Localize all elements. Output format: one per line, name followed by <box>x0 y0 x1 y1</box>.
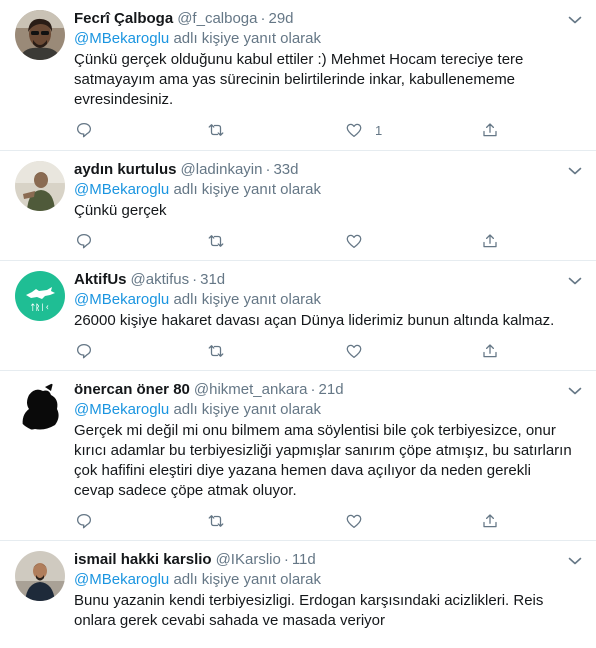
reply-button[interactable] <box>75 120 105 140</box>
author-name[interactable]: ismail hakki karslio <box>74 551 212 568</box>
like-button[interactable] <box>345 341 375 361</box>
retweet-icon <box>208 124 224 136</box>
reply-mention-link[interactable]: @MBekaroglu <box>74 291 169 308</box>
reply-mention-link[interactable]: @MBekaroglu <box>74 181 169 198</box>
reply-icon <box>76 233 92 249</box>
person-photo-avatar-icon <box>15 161 65 211</box>
retweet-button[interactable] <box>207 120 237 140</box>
chevron-down-icon[interactable] <box>568 166 582 176</box>
tweet-text: Çünkü gerçek olduğunu kabul ettiler :) M… <box>74 51 524 108</box>
author-name[interactable]: Fecrî Çalboga <box>74 10 173 27</box>
reply-button[interactable] <box>75 511 105 531</box>
tweet-actions: 1 <box>74 120 514 140</box>
tweet-actions <box>74 231 514 251</box>
reply-mention-link[interactable]: @MBekaroglu <box>74 30 169 47</box>
reply-context-label: adlı kişiye yanıt olarak <box>173 181 322 198</box>
reply-icon <box>76 513 92 529</box>
like-count: 1 <box>375 122 383 138</box>
reply-context: @MBekaroglu adlı kişiye yanıt olarak <box>74 290 574 310</box>
retweet-icon <box>208 345 224 357</box>
tweet-text: 26000 kişiye hakaret davası açan Dünya l… <box>74 312 555 329</box>
share-icon <box>483 514 497 528</box>
retweet-button[interactable] <box>207 231 237 251</box>
author-handle[interactable]: @f_calboga <box>177 10 257 27</box>
tweet[interactable]: aydın kurtulus @ladinkayin · 33d @MBekarogl… <box>0 151 596 261</box>
black-silhouette-avatar-icon <box>15 381 65 431</box>
tweet[interactable]: Fecrî Çalboga @f_calboga · 29d @MBekaroglu … <box>0 0 596 151</box>
tweet-timestamp[interactable]: 29d <box>268 10 293 27</box>
share-icon <box>483 234 497 248</box>
author-name[interactable]: önercan öner 80 <box>74 381 190 398</box>
reply-icon <box>76 343 92 359</box>
author-handle[interactable]: @IKarslio <box>216 551 281 568</box>
person-portrait-avatar-icon <box>15 551 65 601</box>
teal-wolf-logo-avatar-icon: ᛏᚱᛁᚲ <box>15 271 65 321</box>
share-button[interactable] <box>481 231 499 251</box>
avatar[interactable] <box>15 551 65 601</box>
tweet-timestamp[interactable]: 21d <box>319 381 344 398</box>
separator-dot: · <box>310 381 316 398</box>
share-button[interactable] <box>481 341 499 361</box>
like-button[interactable] <box>345 231 375 251</box>
avatar[interactable]: ᛏᚱᛁᚲ <box>15 271 65 321</box>
heart-icon <box>346 344 362 359</box>
share-icon <box>483 123 497 137</box>
chevron-down-icon[interactable] <box>568 15 582 25</box>
share-icon <box>483 344 497 358</box>
retweet-icon <box>208 515 224 527</box>
reply-mention-link[interactable]: @MBekaroglu <box>74 401 169 418</box>
like-button[interactable]: 1 <box>345 120 382 140</box>
share-button[interactable] <box>481 511 499 531</box>
avatar[interactable] <box>15 10 65 60</box>
reply-context: @MBekaroglu adlı kişiye yanıt olarak <box>74 400 574 420</box>
separator-dot: · <box>283 551 289 568</box>
author-name[interactable]: aydın kurtulus <box>74 161 177 178</box>
reply-context-label: adlı kişiye yanıt olarak <box>173 401 322 418</box>
avatar[interactable] <box>15 161 65 211</box>
tweet[interactable]: önercan öner 80 @hikmet_ankara · 21d @MBeka… <box>0 371 596 541</box>
reply-button[interactable] <box>75 341 105 361</box>
author-handle[interactable]: @ladinkayin <box>181 161 263 178</box>
tweet-actions <box>74 511 514 531</box>
tweet-text: Gerçek mi değil mi onu bilmem ama söylen… <box>74 422 572 499</box>
avatar[interactable] <box>15 381 65 431</box>
author-name[interactable]: AktifUs <box>74 271 127 288</box>
reply-button[interactable] <box>75 231 105 251</box>
retweet-icon <box>208 235 224 247</box>
reply-mention-link[interactable]: @MBekaroglu <box>74 571 169 588</box>
reply-timeline: Fecrî Çalboga @f_calboga · 29d @MBekaroglu … <box>0 0 596 648</box>
share-button[interactable] <box>481 120 499 140</box>
tweet[interactable]: ismail hakki karslio @IKarslio · 11d @MBeka… <box>0 541 596 648</box>
chevron-down-icon[interactable] <box>568 556 582 566</box>
tweet-timestamp[interactable]: 11d <box>292 551 316 568</box>
tweet-timestamp[interactable]: 31d <box>200 271 225 288</box>
person-sunglasses-avatar-icon <box>15 10 65 60</box>
author-handle[interactable]: @hikmet_ankara <box>194 381 308 398</box>
reply-context: @MBekaroglu adlı kişiye yanıt olarak <box>74 29 574 49</box>
author-handle[interactable]: @aktifus <box>131 271 190 288</box>
heart-icon <box>346 234 362 249</box>
tweet-text: Çünkü gerçek <box>74 202 167 219</box>
heart-icon <box>346 123 362 138</box>
reply-context-label: adlı kişiye yanıt olarak <box>173 30 322 47</box>
tweet-actions <box>74 341 514 361</box>
chevron-down-icon[interactable] <box>568 276 582 286</box>
retweet-button[interactable] <box>207 341 237 361</box>
separator-dot: · <box>265 161 271 178</box>
retweet-button[interactable] <box>207 511 237 531</box>
reply-context-label: adlı kişiye yanıt olarak <box>173 291 322 308</box>
chevron-down-icon[interactable] <box>568 386 582 396</box>
heart-icon <box>346 514 362 529</box>
tweet[interactable]: ᛏᚱᛁᚲ AktifUs @aktifus · 31d @MBekaroglu adl… <box>0 261 596 371</box>
reply-context-label: adlı kişiye yanıt olarak <box>173 571 322 588</box>
reply-context: @MBekaroglu adlı kişiye yanıt olarak <box>74 180 574 200</box>
separator-dot: · <box>192 271 198 288</box>
separator-dot: · <box>260 10 266 27</box>
like-button[interactable] <box>345 511 375 531</box>
reply-icon <box>76 122 92 138</box>
tweet-timestamp[interactable]: 33d <box>273 161 298 178</box>
svg-text:ᛏᚱᛁᚲ: ᛏᚱᛁᚲ <box>30 303 49 312</box>
reply-context: @MBekaroglu adlı kişiye yanıt olarak <box>74 570 574 590</box>
tweet-text: Bunu yazanin kendi terbiyesizligi. Erdog… <box>74 592 544 629</box>
